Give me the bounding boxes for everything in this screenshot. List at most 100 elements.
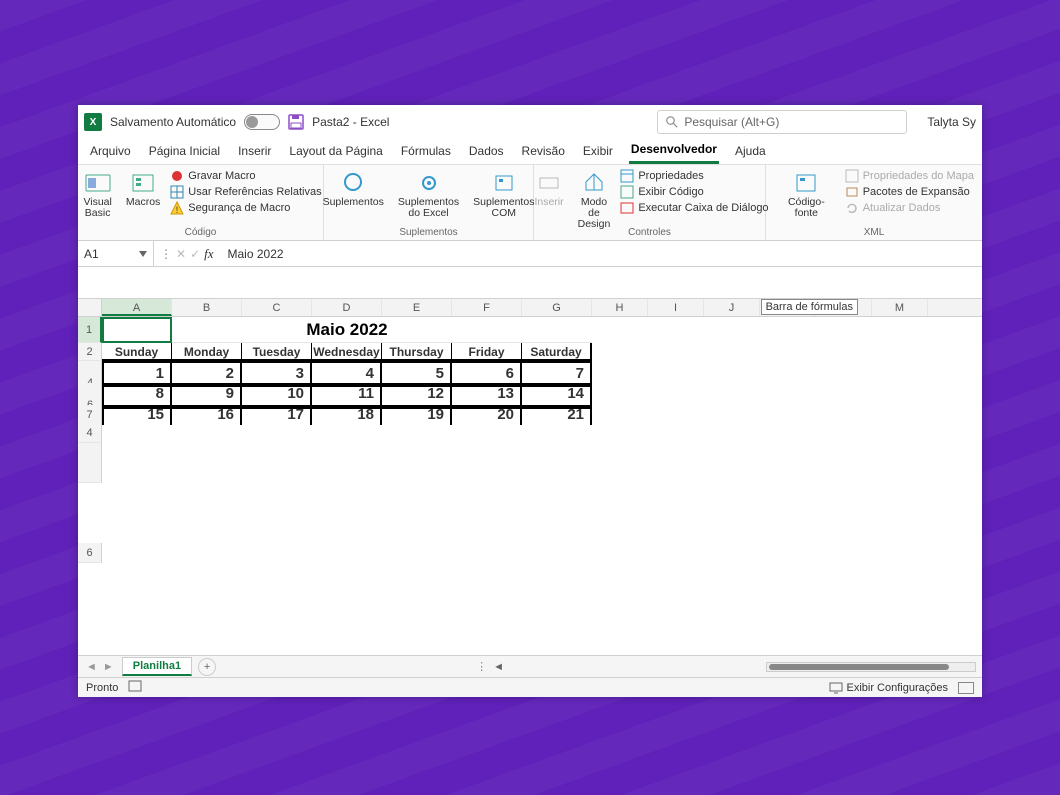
autosave-toggle[interactable] [244, 114, 280, 130]
col-header[interactable]: D [312, 299, 382, 316]
col-header[interactable]: I [648, 299, 704, 316]
codigo-fonte-button[interactable]: Código-fonte [774, 169, 839, 221]
horizontal-scrollbar[interactable] [766, 662, 976, 672]
worksheet-grid[interactable]: Barra de fórmulas A B C D E F G H I J K … [78, 299, 982, 655]
tab-exibir[interactable]: Exibir [581, 140, 615, 164]
day-header[interactable]: Monday [172, 343, 242, 361]
date-cell[interactable]: 13 [452, 383, 522, 405]
confirm-icon[interactable]: ✓ [190, 247, 200, 261]
svg-text:!: ! [176, 205, 179, 215]
macros-button[interactable]: Macros [122, 169, 164, 210]
date-cell[interactable]: 6 [452, 361, 522, 383]
col-header[interactable]: C [242, 299, 312, 316]
date-cell[interactable]: 8 [102, 383, 172, 405]
save-icon[interactable] [288, 114, 304, 130]
pacotes-button[interactable]: Pacotes de Expansão [845, 185, 974, 199]
sheet-next-icon[interactable]: ► [103, 661, 114, 673]
sheet-prev-icon[interactable]: ◄ [86, 661, 97, 673]
date-cell[interactable]: 2 [172, 361, 242, 383]
date-cell[interactable]: 10 [242, 383, 312, 405]
col-header[interactable]: B [172, 299, 242, 316]
date-cell[interactable]: 5 [382, 361, 452, 383]
accessibility-icon[interactable] [128, 680, 142, 695]
date-cell[interactable]: 7 [522, 361, 592, 383]
col-header[interactable]: G [522, 299, 592, 316]
day-header[interactable]: Friday [452, 343, 522, 361]
dots-icon[interactable]: ⋮ [160, 247, 172, 261]
tab-layout[interactable]: Layout da Página [287, 140, 384, 164]
visual-basic-button[interactable]: Visual Basic [79, 169, 115, 221]
row-header[interactable]: 4 [78, 423, 102, 443]
row-header[interactable]: 7 [78, 405, 102, 425]
atualizar-button[interactable]: Atualizar Dados [845, 201, 974, 215]
date-cell[interactable]: 16 [172, 405, 242, 425]
prop-mapa-button[interactable]: Propriedades do Mapa [845, 169, 974, 183]
tab-pagina-inicial[interactable]: Página Inicial [147, 140, 222, 164]
col-header[interactable]: H [592, 299, 648, 316]
tab-desenvolvedor[interactable]: Desenvolvedor [629, 138, 719, 164]
tab-revisao[interactable]: Revisão [520, 140, 567, 164]
date-cell[interactable]: 19 [382, 405, 452, 425]
date-cell[interactable]: 1 [102, 361, 172, 383]
properties-icon [620, 169, 634, 183]
package-icon [845, 185, 859, 199]
tab-arquivo[interactable]: Arquivo [88, 140, 133, 164]
gravar-macro-button[interactable]: Gravar Macro [170, 169, 321, 183]
sheet-tab[interactable]: Planilha1 [122, 657, 192, 676]
referencias-button[interactable]: Usar Referências Relativas [170, 185, 321, 199]
date-cell[interactable]: 20 [452, 405, 522, 425]
select-all-corner[interactable] [78, 299, 102, 316]
day-header[interactable]: Saturday [522, 343, 592, 361]
tab-dados[interactable]: Dados [467, 140, 506, 164]
date-cell[interactable]: 3 [242, 361, 312, 383]
add-sheet-button[interactable]: + [198, 658, 216, 676]
fx-icon[interactable]: fx [204, 246, 213, 262]
search-box[interactable]: Pesquisar (Alt+G) [657, 110, 907, 134]
day-header[interactable]: Thursday [382, 343, 452, 361]
name-box[interactable]: A1 [78, 241, 154, 266]
date-cell[interactable]: 17 [242, 405, 312, 425]
col-header[interactable]: E [382, 299, 452, 316]
row-header[interactable]: 1 [78, 317, 102, 343]
col-header[interactable]: J [704, 299, 760, 316]
cancel-icon[interactable]: ✕ [176, 247, 186, 261]
suplementos-button[interactable]: Suplementos [319, 169, 388, 210]
date-cell[interactable]: 18 [312, 405, 382, 425]
date-cell[interactable]: 9 [172, 383, 242, 405]
row-header[interactable]: 6 [78, 543, 102, 563]
date-cell[interactable]: 4 [312, 361, 382, 383]
propriedades-button[interactable]: Propriedades [620, 169, 768, 183]
date-cell[interactable]: 21 [522, 405, 592, 425]
date-cell[interactable]: 11 [312, 383, 382, 405]
col-header[interactable]: M [872, 299, 928, 316]
scroll-left-icon[interactable]: ◄ [493, 661, 504, 673]
exibir-codigo-button[interactable]: Exibir Código [620, 185, 768, 199]
row-header[interactable]: 2 [78, 343, 102, 361]
formula-input[interactable]: Maio 2022 [220, 247, 292, 261]
warning-icon: ! [170, 201, 184, 215]
day-header[interactable]: Sunday [102, 343, 172, 361]
user-name[interactable]: Talyta Sy [927, 115, 976, 129]
seguranca-button[interactable]: !Segurança de Macro [170, 201, 321, 215]
day-header[interactable]: Tuesday [242, 343, 312, 361]
inserir-controle-button[interactable]: Inserir [530, 169, 567, 210]
calendar-title-cell[interactable]: Maio 2022 [102, 317, 592, 343]
refresh-icon [845, 201, 859, 215]
col-header[interactable]: F [452, 299, 522, 316]
tab-ajuda[interactable]: Ajuda [733, 140, 768, 164]
date-cell[interactable]: 12 [382, 383, 452, 405]
day-header[interactable]: Wednesday [312, 343, 382, 361]
tab-formulas[interactable]: Fórmulas [399, 140, 453, 164]
sheet-divider-icon[interactable]: ⋮ [476, 660, 487, 673]
caixa-dialogo-button[interactable]: Executar Caixa de Diálogo [620, 201, 768, 215]
modo-design-button[interactable]: Modo de Design [574, 169, 615, 232]
normal-view-icon[interactable] [958, 682, 974, 694]
tab-inserir[interactable]: Inserir [236, 140, 273, 164]
display-settings-button[interactable]: Exibir Configurações [829, 682, 949, 694]
suplementos-com-button[interactable]: Suplementos COM [469, 169, 538, 221]
date-cell[interactable]: 14 [522, 383, 592, 405]
date-cell[interactable]: 15 [102, 405, 172, 425]
macros-icon [129, 171, 157, 195]
col-header[interactable]: A [102, 299, 172, 316]
suplementos-excel-button[interactable]: Suplementos do Excel [394, 169, 463, 221]
